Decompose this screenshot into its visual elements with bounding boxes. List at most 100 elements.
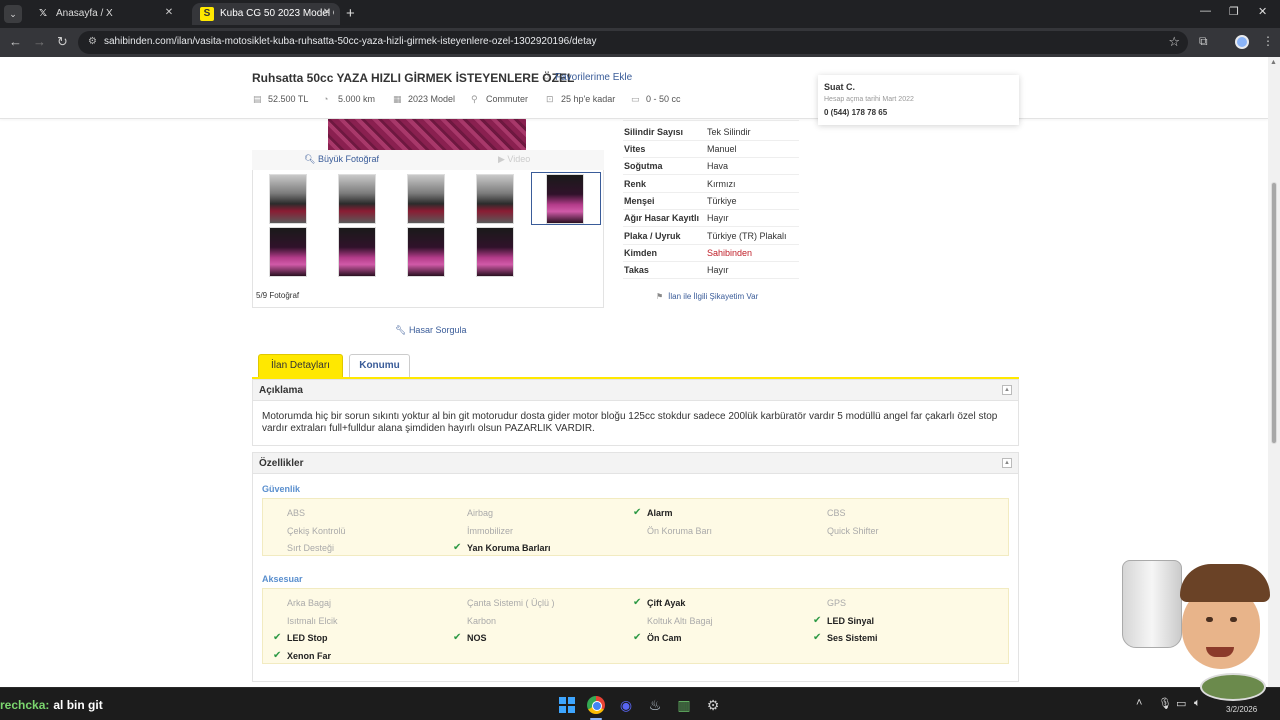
fact-text: Commuter bbox=[486, 94, 529, 104]
video-button[interactable]: ▶ Video bbox=[498, 154, 530, 165]
feature-item: Ön Koruma Barı bbox=[647, 526, 712, 536]
spec-value: Hayır bbox=[707, 213, 729, 223]
feature-item: Sırt Desteği bbox=[287, 543, 334, 553]
taskbar-date[interactable]: 3/2/2026 bbox=[1226, 705, 1257, 714]
feature-item: İmmobilizer bbox=[467, 526, 513, 536]
collapse-icon[interactable]: ▲ bbox=[1002, 458, 1012, 468]
tab-listing-details[interactable]: İlan Detayları bbox=[258, 354, 343, 378]
feature-item: ABS bbox=[287, 508, 305, 518]
fact-km: ◔ 5.000 km bbox=[323, 94, 375, 104]
hat-icon bbox=[1180, 564, 1270, 602]
collapse-icon[interactable]: ▲ bbox=[1002, 385, 1012, 395]
photo-thumbnail[interactable] bbox=[269, 227, 307, 277]
photo-thumbnail[interactable] bbox=[407, 227, 445, 277]
steam-taskbar-icon[interactable]: ♨ bbox=[646, 696, 664, 714]
feature-item: ✔ Xenon Far bbox=[273, 650, 332, 661]
fact-year: ▦ 2023 Model bbox=[393, 94, 455, 105]
glass-icon bbox=[1122, 560, 1182, 648]
checkmark-icon: ✔ bbox=[633, 632, 642, 643]
feature-label: Koltuk Altı Bagaj bbox=[647, 615, 713, 626]
photo-thumbnail[interactable] bbox=[407, 174, 445, 224]
complaint-label: İlan ile İlgili Şikayetim Var bbox=[668, 292, 759, 301]
photo-thumbnail[interactable] bbox=[338, 227, 376, 277]
browser-tab-sahibinden[interactable]: S Kuba CG 50 2023 Model Commuter ✕ bbox=[192, 3, 340, 25]
forward-icon[interactable]: → bbox=[33, 34, 46, 49]
spec-key: Menşei bbox=[624, 196, 655, 206]
feature-item: CBS bbox=[827, 508, 846, 518]
reload-icon[interactable]: ↻ bbox=[57, 34, 68, 50]
tab-location[interactable]: Konumu bbox=[349, 354, 410, 378]
eye-icon bbox=[1206, 617, 1213, 622]
restore-icon[interactable]: ❐ bbox=[1229, 5, 1239, 18]
feature-label: Yan Koruma Barları bbox=[467, 543, 551, 553]
checkmark-icon: ✔ bbox=[813, 614, 822, 626]
browser-tab-x[interactable]: 𝕏 Anasayfa / X ✕ bbox=[28, 3, 182, 25]
feature-label: Ön Cam bbox=[647, 633, 682, 643]
spec-row: Ağır Hasar Kayıtlı Hayır bbox=[623, 210, 799, 227]
accessory-features: Arka Bagaj Çanta Sistemi ( Üçlü ) ✔ Çift Ay… bbox=[262, 588, 1009, 664]
photo-thumbnail[interactable] bbox=[476, 174, 514, 224]
seller-name[interactable]: Suat C. bbox=[824, 82, 855, 92]
browser-tab-bar: ⌄ 𝕏 Anasayfa / X ✕ S Kuba CG 50 2023 Mod… bbox=[0, 0, 1280, 28]
feature-label: Xenon Far bbox=[287, 650, 332, 661]
chrome-taskbar-icon[interactable] bbox=[587, 696, 605, 714]
fact-text: 25 hp'e kadar bbox=[561, 94, 616, 104]
complaint-link[interactable]: ⚑ İlan ile İlgili Şikayetim Var bbox=[656, 292, 758, 301]
browser-menu-icon[interactable]: ⋮ bbox=[1262, 34, 1274, 48]
feature-item: ✔ LED Stop bbox=[273, 632, 328, 643]
feature-item: GPS bbox=[827, 598, 846, 608]
feature-label: LED Stop bbox=[287, 633, 328, 643]
seller-phone: 0 (544) 178 78 65 bbox=[824, 108, 888, 117]
food-plate-icon bbox=[1200, 673, 1266, 701]
close-window-icon[interactable]: ✕ bbox=[1258, 5, 1267, 18]
scroll-up-icon[interactable]: ▲ bbox=[1270, 59, 1277, 66]
back-icon[interactable]: ← bbox=[9, 34, 22, 49]
spreadsheet-taskbar-icon[interactable]: ▥ bbox=[675, 696, 693, 714]
scrollbar-thumb[interactable] bbox=[1271, 182, 1277, 444]
star-icon: ☆ bbox=[542, 72, 551, 83]
add-favorite-button[interactable]: ☆ Favorilerime Ekle bbox=[542, 72, 632, 83]
feature-label: NOS bbox=[467, 633, 487, 643]
close-tab-icon[interactable]: ✕ bbox=[320, 6, 334, 20]
feature-label: Karbon bbox=[467, 615, 497, 626]
feature-label: CBS bbox=[827, 508, 846, 518]
tab-search-dropdown-icon[interactable]: ⌄ bbox=[4, 5, 22, 23]
new-tab-button[interactable]: + bbox=[346, 5, 355, 22]
tab-title: Anasayfa / X bbox=[56, 8, 113, 19]
spec-row: Soğutma Hava bbox=[623, 158, 799, 175]
photo-tools: 🔍︎ Büyük Fotoğraf ▶ Video bbox=[252, 150, 604, 170]
main-photo[interactable] bbox=[328, 119, 526, 150]
app-taskbar-icon[interactable]: ⚙ bbox=[704, 696, 722, 714]
photo-thumbnail-selected[interactable] bbox=[546, 174, 584, 224]
spec-key: Takas bbox=[624, 265, 649, 275]
bookmark-star-icon[interactable]: ☆ bbox=[1168, 34, 1180, 50]
big-photo-button[interactable]: 🔍︎ Büyük Fotoğraf bbox=[304, 154, 379, 165]
seller-since: Hesap açma tarihi Mart 2022 bbox=[824, 96, 914, 103]
price-icon: ▤ bbox=[253, 94, 262, 104]
spec-row: Takas Hayır bbox=[623, 262, 799, 279]
feature-label: Alarm bbox=[647, 508, 673, 518]
photo-thumbnail[interactable] bbox=[269, 174, 307, 224]
feature-label: LED Sinyal bbox=[827, 615, 875, 626]
engine-volume-icon: ▭ bbox=[631, 94, 640, 104]
profile-avatar[interactable] bbox=[1235, 35, 1249, 49]
x-logo-icon: 𝕏 bbox=[38, 8, 48, 19]
spec-value: Tek Silindir bbox=[707, 127, 751, 137]
description-title: Açıklama bbox=[259, 385, 303, 396]
address-bar[interactable]: ⚙ sahibinden.com/ilan/vasita-motosiklet-… bbox=[78, 31, 1188, 54]
photo-thumbnail[interactable] bbox=[476, 227, 514, 277]
listing-title: Ruhsatta 50cc YAZA HIZLI GİRMEK İSTEYENL… bbox=[252, 71, 575, 85]
damage-query-link[interactable]: 🔧︎ Hasar Sorgula bbox=[395, 325, 466, 336]
windows-start-icon[interactable] bbox=[558, 696, 576, 714]
discord-taskbar-icon[interactable]: ◉ bbox=[617, 696, 635, 714]
features-header: Özellikler ▲ bbox=[253, 453, 1018, 474]
photo-thumbnail[interactable] bbox=[338, 174, 376, 224]
minimize-icon[interactable]: — bbox=[1200, 5, 1211, 17]
site-info-icon[interactable]: ⚙ bbox=[88, 36, 97, 47]
magnifier-icon: 🔍︎ bbox=[304, 154, 318, 164]
close-tab-icon[interactable]: ✕ bbox=[162, 6, 176, 20]
extensions-icon[interactable]: ⧉ bbox=[1199, 34, 1208, 49]
tab-title: Kuba CG 50 2023 Model Commuter bbox=[220, 8, 334, 19]
feature-item: Çekiş Kontrolü bbox=[287, 526, 346, 536]
feature-label: Arka Bagaj bbox=[287, 598, 332, 608]
